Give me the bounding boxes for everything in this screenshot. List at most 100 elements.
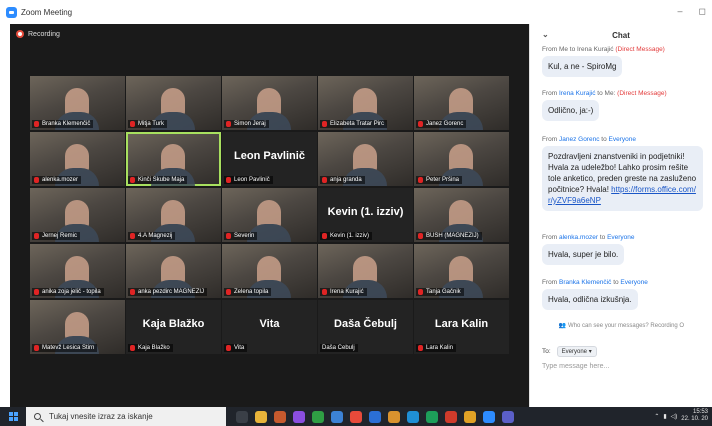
word-icon[interactable] <box>331 410 343 423</box>
chrome-icon[interactable] <box>350 410 362 423</box>
muted-mic-icon <box>130 121 135 127</box>
participant-name-tag: BUSH (MAGNEZIJ) <box>416 232 482 240</box>
muted-mic-icon <box>130 177 135 183</box>
participant-tile[interactable]: anka pezdirc MAGNEZIJ <box>126 244 221 298</box>
zoom-taskbar-icon[interactable] <box>483 410 495 423</box>
participant-tile[interactable]: Leon Pavlinič Leon Pavlinič <box>222 132 317 186</box>
participant-name: anka pezdirc MAGNEZIJ <box>138 289 205 295</box>
outlook-icon[interactable] <box>369 410 381 423</box>
participant-tile[interactable]: Lara Kalin Lara Kalin <box>414 300 509 354</box>
muted-mic-icon <box>34 289 39 295</box>
people-icon: 👥 <box>558 323 569 329</box>
participant-tile[interactable]: Kevin (1. izziv) Kevin (1. izziv) <box>318 188 413 242</box>
message-input[interactable]: Type message here... <box>542 363 609 370</box>
participant-tile[interactable]: alenka.mozer <box>30 132 125 186</box>
participant-tile[interactable]: Matevž Lesica Štirn <box>30 300 125 354</box>
participant-name-tag: Janez Gorenc <box>416 120 467 128</box>
participant-tile[interactable]: Janez Gorenc <box>414 76 509 130</box>
powerpoint-icon[interactable] <box>445 410 457 423</box>
chevron-up-icon[interactable]: ⌃ <box>654 413 659 420</box>
participant-name: Leon Pavlinič <box>234 177 270 183</box>
participant-tile[interactable]: Kinči Skube Maja <box>126 132 221 186</box>
excel-icon[interactable] <box>426 410 438 423</box>
participant-tile[interactable]: Mitja Turk <box>126 76 221 130</box>
search-placeholder: Tukaj vnesite izraz za iskanje <box>49 412 153 421</box>
participant-tile[interactable]: Elizabeta Tratar Pirc <box>318 76 413 130</box>
office-icon[interactable] <box>274 410 286 423</box>
participant-tile[interactable]: Tanja Gačnik <box>414 244 509 298</box>
muted-mic-icon <box>226 177 231 183</box>
participant-tile[interactable]: Zelena topila <box>222 244 317 298</box>
participant-video <box>439 256 483 298</box>
participant-tile[interactable]: Vita Vita <box>222 300 317 354</box>
participant-name-tag: Jernej Remic <box>32 232 81 240</box>
windows-icon <box>8 412 18 421</box>
network-icon[interactable]: ▮ <box>663 413 666 420</box>
participant-video <box>247 200 291 242</box>
maximize-icon[interactable]: ◻ <box>699 6 706 17</box>
edge-icon[interactable] <box>407 410 419 423</box>
muted-mic-icon <box>418 289 423 295</box>
task-view-icon[interactable] <box>236 410 248 423</box>
participant-name: Irena Kurajić <box>330 289 364 295</box>
message-from-label: From <box>542 136 558 143</box>
participant-display-name: Kevin (1. izziv) <box>327 206 404 218</box>
participant-tile[interactable]: anika zoja jelič - topila <box>30 244 125 298</box>
participant-name: Matevž Lesica Štirn <box>42 345 95 351</box>
minimize-icon[interactable]: – <box>678 6 683 17</box>
participant-name-tag: Severin <box>224 232 258 240</box>
firefox-icon[interactable] <box>388 410 400 423</box>
participant-tile[interactable]: BUSH (MAGNEZIJ) <box>414 188 509 242</box>
who-can-see-notice[interactable]: 👥 Who can see your messages? Recording O <box>530 322 712 329</box>
participant-tile[interactable]: Irena Kurajić <box>318 244 413 298</box>
message-sender: Irena Kurajić <box>558 90 596 97</box>
participant-name: Vita <box>234 345 245 351</box>
participant-name: Mitja Turk <box>138 121 165 127</box>
muted-mic-icon <box>34 233 39 239</box>
clock-date: 22. 10. 20 <box>681 416 708 422</box>
muted-mic-icon <box>322 177 327 183</box>
vlc-icon[interactable] <box>464 410 476 423</box>
recipient-select[interactable]: Everyone ▾ <box>556 346 597 357</box>
participant-video <box>151 144 195 186</box>
participant-name: Simon Jeraj <box>234 121 266 127</box>
message-sender: Janez Gorenc <box>558 136 600 143</box>
chat-message-text: Hvala, odlična izkušnja. <box>548 295 632 304</box>
participant-tile[interactable]: Kaja Blažko Kaja Blažko <box>126 300 221 354</box>
teams-icon[interactable] <box>502 410 514 423</box>
muted-mic-icon <box>130 233 135 239</box>
participant-video <box>343 256 387 298</box>
muted-mic-icon <box>322 289 327 295</box>
to-label: To: <box>542 348 551 355</box>
participant-name-tag: Kinči Skube Maja <box>128 176 188 184</box>
app-icon[interactable] <box>312 410 324 423</box>
chevron-down-icon[interactable]: ⌄ <box>542 30 549 39</box>
onenote-icon[interactable] <box>293 410 305 423</box>
participant-name: BUSH (MAGNEZIJ) <box>426 233 479 239</box>
participant-name-tag: Peter Pršina <box>416 176 463 184</box>
volume-icon[interactable]: ◁) <box>671 413 678 420</box>
participant-tile[interactable]: Simon Jeraj <box>222 76 317 130</box>
chat-message-meta: From Irena Kurajić to Me: (Direct Messag… <box>542 90 712 97</box>
participant-tile[interactable]: anja granda <box>318 132 413 186</box>
recording-indicator[interactable]: Recording <box>16 30 60 38</box>
clock[interactable]: 15:53 22. 10. 20 <box>681 409 708 423</box>
participant-tile[interactable]: Branka Klemenčič <box>30 76 125 130</box>
taskbar-search[interactable]: Tukaj vnesite izraz za iskanje <box>26 407 226 426</box>
window-title: Zoom Meeting <box>21 7 73 17</box>
file-explorer-icon[interactable] <box>255 410 267 423</box>
participant-name-tag: Lara Kalin <box>416 344 457 352</box>
participant-tile[interactable]: Jernej Remic <box>30 188 125 242</box>
participant-tile[interactable]: Peter Pršina <box>414 132 509 186</box>
chat-message-text: Hvala, super je bilo. <box>548 250 619 259</box>
participant-tile[interactable]: 4.A Magnezij <box>126 188 221 242</box>
participant-tile[interactable]: Severin <box>222 188 317 242</box>
title-bar: Zoom Meeting – ◻ <box>0 0 712 24</box>
participant-tile[interactable]: Daša Čebulj Daša Čebulj <box>318 300 413 354</box>
chat-message-bubble: Kul, a ne - SpiroMg <box>542 56 623 77</box>
clock-time: 15:53 <box>692 409 708 415</box>
who-can-see-text: Who can see your messages? Recording O <box>568 323 685 329</box>
start-button[interactable] <box>0 407 26 426</box>
participant-video <box>151 256 195 298</box>
record-icon <box>16 30 24 38</box>
